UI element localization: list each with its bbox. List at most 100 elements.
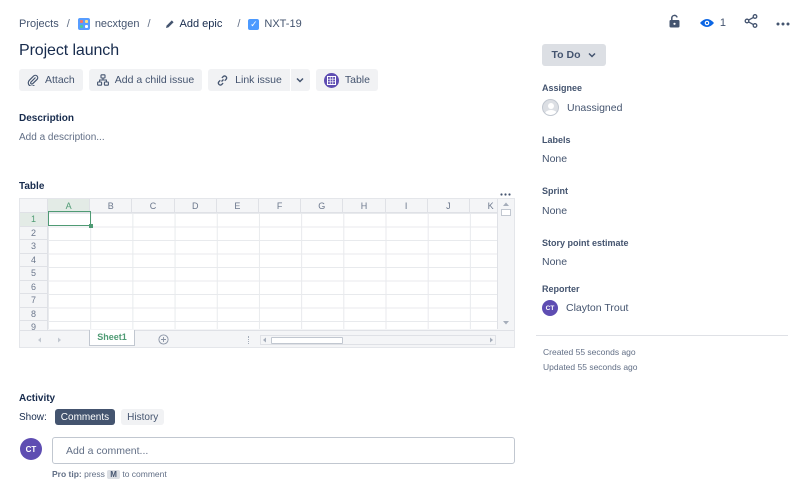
- column-header[interactable]: I: [385, 199, 428, 213]
- selected-cell-a1[interactable]: [48, 211, 93, 228]
- vertical-scrollbar[interactable]: [497, 199, 514, 329]
- reporter-label: Reporter: [542, 284, 580, 294]
- issue-toolbar: Attach Add a child issue Link issue Tabl…: [19, 69, 378, 91]
- column-header[interactable]: C: [132, 199, 175, 213]
- created-timestamp: Created 55 seconds ago: [543, 347, 636, 357]
- assignee-label: Assignee: [542, 83, 583, 93]
- share-icon: [744, 14, 758, 28]
- lock-button[interactable]: [668, 14, 681, 31]
- column-header[interactable]: E: [216, 199, 259, 213]
- show-label: Show:: [19, 411, 47, 423]
- chevron-down-icon: [296, 77, 304, 83]
- breadcrumb-project[interactable]: necxtgen: [77, 18, 140, 30]
- row-header[interactable]: 2: [20, 226, 48, 240]
- attach-button[interactable]: Attach: [19, 69, 83, 91]
- history-filter-button[interactable]: History: [121, 409, 165, 425]
- scroll-down-icon: [503, 321, 509, 325]
- row-header[interactable]: 1: [20, 213, 48, 227]
- prev-sheet-icon[interactable]: [37, 337, 42, 343]
- add-epic-button[interactable]: Add epic: [165, 18, 223, 30]
- pro-tip-prefix: Pro tip:: [52, 469, 82, 479]
- breadcrumb-projects[interactable]: Projects: [19, 18, 59, 30]
- comment-input[interactable]: Add a comment...: [52, 437, 515, 464]
- pro-tip-press: press: [84, 469, 105, 479]
- scroll-up-icon: [503, 202, 509, 206]
- status-label: To Do: [551, 49, 581, 61]
- select-all-corner[interactable]: [20, 199, 48, 213]
- column-header[interactable]: H: [343, 199, 386, 213]
- description-field[interactable]: Add a description...: [19, 132, 105, 143]
- link-issue-dropdown[interactable]: [289, 69, 310, 91]
- pro-tip: Pro tip: press M to comment: [52, 469, 167, 479]
- table-label: Table: [344, 74, 370, 86]
- spreadsheet[interactable]: ABCDEFGHIJK 123456789 Sheet1: [19, 198, 515, 348]
- status-dropdown[interactable]: To Do: [542, 44, 606, 66]
- vertical-scroll-thumb[interactable]: [501, 209, 511, 216]
- watch-button[interactable]: 1: [699, 17, 726, 29]
- sprint-field[interactable]: None: [542, 205, 567, 217]
- story-points-field[interactable]: None: [542, 256, 567, 268]
- project-icon: [77, 18, 90, 30]
- breadcrumb: Projects / necxtgen / Add epic / ✓ NXT-1…: [19, 16, 302, 32]
- scroll-right-icon: [490, 337, 493, 343]
- updated-timestamp: Updated 55 seconds ago: [543, 362, 638, 372]
- scroll-left-icon: [263, 337, 266, 343]
- horizontal-scroll-thumb[interactable]: [271, 337, 343, 344]
- column-header[interactable]: G: [301, 199, 344, 213]
- breadcrumb-project-label: necxtgen: [94, 18, 140, 30]
- more-actions-button[interactable]: [776, 17, 790, 29]
- next-sheet-icon[interactable]: [57, 337, 62, 343]
- activity-heading: Activity: [19, 393, 56, 404]
- sheet-tab[interactable]: Sheet1: [89, 330, 135, 346]
- spreadsheet-grid[interactable]: ABCDEFGHIJK 123456789: [20, 199, 513, 335]
- assignee-field[interactable]: Unassigned: [542, 99, 622, 116]
- row-header[interactable]: 3: [20, 240, 48, 254]
- share-button[interactable]: [744, 14, 758, 31]
- row-header[interactable]: 5: [20, 267, 48, 281]
- link-issue-label: Link issue: [235, 74, 282, 86]
- labels-field[interactable]: None: [542, 153, 567, 165]
- chevron-down-icon: [588, 52, 597, 58]
- pro-tip-key: M: [107, 470, 120, 479]
- add-child-issue-label: Add a child issue: [114, 74, 195, 86]
- row-header[interactable]: 7: [20, 294, 48, 308]
- unassigned-avatar-icon: [542, 99, 559, 116]
- lock-icon: [669, 14, 680, 28]
- row-header[interactable]: 8: [20, 307, 48, 321]
- more-icon: [500, 193, 511, 196]
- horizontal-scrollbar[interactable]: [260, 335, 496, 345]
- link-issue-button[interactable]: Link issue: [208, 69, 290, 91]
- add-epic-label: Add epic: [179, 18, 223, 30]
- sheet-tab-bar: Sheet1: [20, 330, 514, 347]
- story-points-label: Story point estimate: [542, 238, 629, 248]
- spreadsheet-cells[interactable]: [48, 213, 497, 329]
- column-header[interactable]: B: [90, 199, 133, 213]
- table-heading: Table: [19, 181, 45, 192]
- breadcrumb-separator: /: [66, 18, 70, 30]
- breadcrumb-separator: /: [147, 18, 151, 30]
- hierarchy-icon: [96, 74, 109, 86]
- table-button[interactable]: Table: [315, 69, 378, 91]
- table-app-icon: [323, 72, 339, 88]
- assignee-value: Unassigned: [567, 101, 623, 114]
- reporter-field[interactable]: CT Clayton Trout: [542, 300, 628, 316]
- plus-circle-icon[interactable]: [158, 334, 169, 345]
- column-header[interactable]: D: [174, 199, 217, 213]
- breadcrumb-issue[interactable]: ✓ NXT-19: [248, 18, 302, 30]
- tab-bar-resizer[interactable]: [248, 336, 250, 344]
- add-child-issue-button[interactable]: Add a child issue: [88, 69, 203, 91]
- link-issue-split-button: Link issue: [208, 69, 310, 91]
- comments-filter-button[interactable]: Comments: [54, 409, 116, 425]
- paperclip-icon: [27, 74, 39, 86]
- pro-tip-suffix: to comment: [122, 469, 167, 479]
- column-header[interactable]: F: [259, 199, 302, 213]
- column-header[interactable]: J: [427, 199, 470, 213]
- row-header[interactable]: 4: [20, 253, 48, 267]
- issue-header-actions: 1: [668, 14, 790, 31]
- watch-count: 1: [719, 16, 726, 29]
- more-icon: [776, 22, 790, 25]
- sprint-label: Sprint: [542, 186, 568, 196]
- row-header[interactable]: 6: [20, 280, 48, 294]
- avatar: CT: [20, 438, 42, 460]
- issue-title[interactable]: Project launch: [19, 42, 119, 60]
